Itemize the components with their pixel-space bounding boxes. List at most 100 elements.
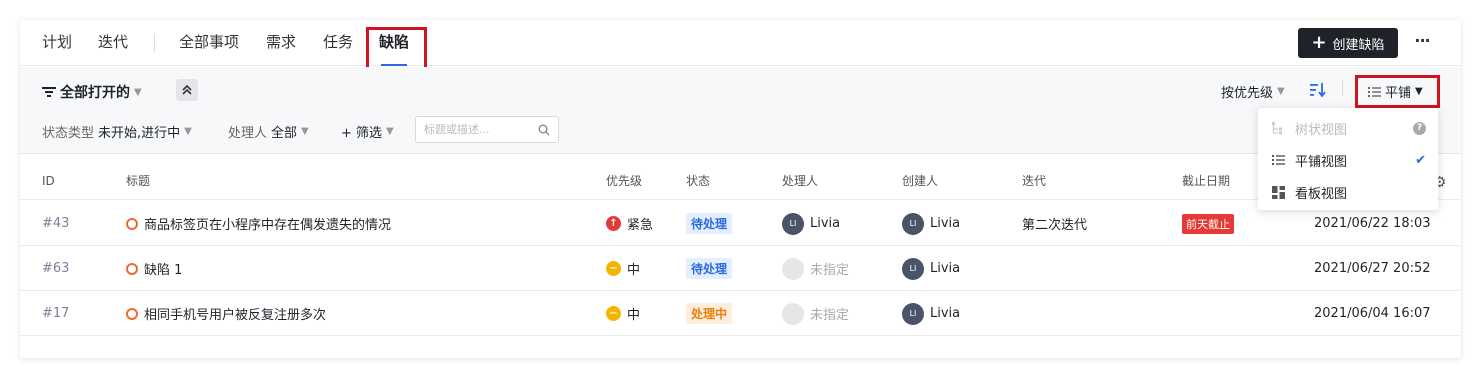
column-status[interactable]: 状态	[686, 162, 710, 200]
assignee-name: 未指定	[810, 263, 850, 278]
overdue-badge: 前天截止	[1182, 213, 1234, 234]
checkmark-icon: ✔	[1415, 152, 1426, 168]
chevron-down-icon: ▼	[301, 126, 309, 137]
tree-icon	[1272, 121, 1282, 134]
chevron-down-icon: ▼	[1277, 86, 1285, 97]
more-icon[interactable]: ···	[1410, 28, 1434, 58]
status-type-value: 未开始,进行中	[98, 126, 181, 141]
row-assignee[interactable]: LI Livia	[782, 201, 840, 246]
column-assignee[interactable]: 处理人	[782, 162, 818, 200]
row-status[interactable]: 待处理	[686, 246, 733, 291]
menu-item-list-view[interactable]: 平铺视图 ✔	[1258, 144, 1438, 176]
chevron-down-icon: ▼	[134, 86, 142, 98]
list-icon	[1272, 155, 1285, 165]
table-header: ID 标题 优先级 状态 处理人 创建人 迭代 截止日期	[20, 162, 1461, 200]
column-priority[interactable]: 优先级	[606, 162, 642, 200]
assignee-name: 未指定	[810, 308, 850, 323]
assignee-filter-label: 处理人	[228, 126, 268, 141]
minus-icon: −	[606, 306, 621, 321]
row-due-tag-cell: 前天截止	[1182, 201, 1234, 246]
row-priority[interactable]: ↑ 紧急	[606, 201, 653, 246]
row-title-cell[interactable]: 缺陷 1	[126, 246, 182, 291]
row-id[interactable]: #17	[42, 291, 69, 336]
menu-item-board-view[interactable]: 看板视图	[1258, 176, 1438, 208]
chevron-down-icon: ▼	[386, 126, 394, 137]
bug-type-icon	[126, 262, 138, 275]
row-due-date[interactable]: 2021/06/27 20:52	[1314, 246, 1431, 291]
creator-name: Livia	[930, 261, 961, 276]
sort-direction-button[interactable]	[1310, 83, 1326, 97]
avatar: LI	[782, 212, 804, 235]
board-icon	[1272, 185, 1285, 199]
view-selector[interactable]: 全部打开的 ▼	[42, 82, 142, 102]
row-id[interactable]: #43	[42, 201, 69, 246]
row-priority[interactable]: − 中	[606, 291, 640, 336]
column-creator[interactable]: 创建人	[902, 162, 938, 200]
add-filter-button[interactable]: + 筛选 ▼	[341, 122, 394, 141]
status-type-filter[interactable]: 状态类型 未开始,进行中 ▼	[42, 122, 192, 141]
tab-tasks[interactable]: 任务	[323, 20, 353, 66]
row-assignee[interactable]: 未指定	[782, 246, 849, 291]
priority-label: 中	[627, 308, 641, 323]
table-row[interactable]: #63 缺陷 1 − 中 待处理 未指定 LI Livia 2021/06/27…	[20, 246, 1461, 291]
tree-view-label: 树状视图	[1295, 122, 1348, 138]
search-icon	[538, 117, 550, 142]
view-name: 全部打开的	[60, 85, 130, 101]
tab-iteration[interactable]: 迭代	[98, 20, 128, 66]
sort-selector[interactable]: 按优先级 ▼	[1221, 82, 1285, 101]
filter-bar: 全部打开的 ▼ 状态类型 未开始,进行中 ▼ 处理人 全部 ▼ + 筛选 ▼ 标…	[20, 67, 1461, 154]
status-badge: 处理中	[686, 303, 733, 324]
row-status[interactable]: 处理中	[686, 291, 733, 336]
assignee-name: Livia	[810, 216, 841, 231]
highlight-box-layout	[1355, 75, 1440, 108]
creator-name: Livia	[930, 306, 961, 321]
table-row[interactable]: #43 商品标签页在小程序中存在偶发遗失的情况 ↑ 紧急 待处理 LI Livi…	[20, 201, 1461, 246]
minus-icon: −	[606, 261, 621, 276]
bug-type-icon	[126, 217, 138, 230]
status-badge: 待处理	[686, 213, 733, 234]
top-nav: 计划 迭代 全部事项 需求 任务 缺陷 + 创建缺陷 ···	[20, 20, 1461, 74]
avatar: LI	[902, 212, 924, 235]
assignee-filter[interactable]: 处理人 全部 ▼	[228, 122, 309, 141]
row-id[interactable]: #63	[42, 246, 69, 291]
column-due-date[interactable]: 截止日期	[1182, 162, 1230, 200]
search-input[interactable]: 标题或描述...	[415, 116, 559, 143]
assignee-filter-value: 全部	[271, 126, 298, 141]
double-chevron-up-icon	[182, 84, 192, 95]
empty-avatar-icon	[782, 302, 804, 325]
board-view-label: 看板视图	[1295, 186, 1348, 202]
create-bug-label: 创建缺陷	[1332, 37, 1385, 53]
row-title: 商品标签页在小程序中存在偶发遗失的情况	[144, 218, 392, 233]
menu-item-tree-view: 树状视图 ?	[1258, 112, 1438, 144]
tab-all-items[interactable]: 全部事项	[179, 20, 239, 66]
row-title: 缺陷 1	[144, 263, 183, 278]
row-title: 相同手机号用户被反复注册多次	[144, 308, 327, 323]
row-assignee[interactable]: 未指定	[782, 291, 849, 336]
empty-avatar-icon	[782, 257, 804, 280]
creator-name: Livia	[930, 216, 961, 231]
row-priority[interactable]: − 中	[606, 246, 640, 291]
column-title[interactable]: 标题	[126, 162, 150, 200]
column-iteration[interactable]: 迭代	[1022, 162, 1046, 200]
collapse-filters-button[interactable]	[176, 79, 198, 101]
list-view-label: 平铺视图	[1295, 154, 1348, 170]
table-row[interactable]: #17 相同手机号用户被反复注册多次 − 中 处理中 未指定 LI Livia …	[20, 291, 1461, 336]
row-status[interactable]: 待处理	[686, 201, 733, 246]
create-bug-button[interactable]: + 创建缺陷	[1298, 28, 1398, 58]
sort-descending-icon	[1310, 83, 1326, 97]
tab-plan[interactable]: 计划	[42, 20, 72, 66]
column-id[interactable]: ID	[42, 162, 55, 200]
help-icon[interactable]: ?	[1413, 121, 1426, 135]
filter-icon	[42, 87, 56, 97]
row-iteration[interactable]: 第二次迭代	[1022, 201, 1087, 246]
bug-type-icon	[126, 307, 138, 320]
status-type-label: 状态类型	[42, 126, 95, 141]
tab-requirements[interactable]: 需求	[266, 20, 296, 66]
row-title-cell[interactable]: 相同手机号用户被反复注册多次	[126, 291, 326, 336]
avatar: LI	[902, 257, 924, 280]
row-creator: LI Livia	[902, 201, 960, 246]
status-badge: 待处理	[686, 258, 733, 279]
row-title-cell[interactable]: 商品标签页在小程序中存在偶发遗失的情况	[126, 201, 391, 246]
sort-label: 按优先级	[1221, 86, 1274, 101]
row-due-date[interactable]: 2021/06/04 16:07	[1314, 291, 1431, 336]
